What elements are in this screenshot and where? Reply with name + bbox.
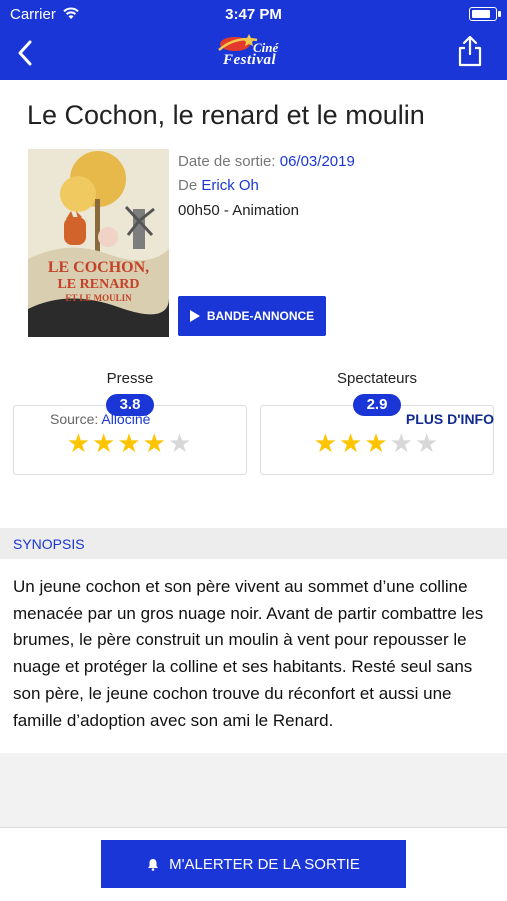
movie-details-card: Le Cochon, le renard et le moulin LE COC… xyxy=(0,80,507,528)
star-empty-icon: ★ xyxy=(389,428,415,458)
director-row: De Erick Oh xyxy=(178,177,259,194)
trailer-button-label: BANDE-ANNONCE xyxy=(206,309,315,323)
press-stars: ★★★★★ xyxy=(14,428,246,459)
poster-title-line2: LE RENARD xyxy=(57,277,140,292)
audience-score-badge: 2.9 xyxy=(353,394,401,416)
navigation-bar: Carrier 3:47 PM Ciné Festival xyxy=(0,0,507,80)
release-date-label: Date de sortie: xyxy=(178,153,276,170)
star-filled-icon: ★ xyxy=(92,428,118,458)
star-filled-icon: ★ xyxy=(339,428,365,458)
play-icon xyxy=(189,310,200,322)
poster-title-line3: ET LE MOULIN xyxy=(65,293,132,303)
footer-bar: M'ALERTER DE LA SORTIE xyxy=(0,827,507,901)
trailer-button[interactable]: BANDE-ANNONCE xyxy=(178,296,326,336)
release-alert-label: M'ALERTER DE LA SORTIE xyxy=(169,855,360,873)
audience-stars: ★★★★★ xyxy=(261,428,493,459)
source-label: Source: xyxy=(50,411,99,427)
synopsis-header: SYNOPSIS xyxy=(0,528,507,559)
battery-icon xyxy=(469,7,501,21)
duration-genre: 00h50 - Animation xyxy=(178,202,299,219)
back-button[interactable] xyxy=(12,36,42,70)
poster-title-line1: LE COCHON, xyxy=(47,259,150,276)
source-link[interactable]: Allociné xyxy=(101,411,150,427)
star-filled-icon: ★ xyxy=(313,428,340,458)
synopsis-section: Un jeune cochon et son père vivent au so… xyxy=(0,559,507,753)
star-empty-icon: ★ xyxy=(167,428,194,458)
star-filled-icon: ★ xyxy=(117,428,143,458)
release-date-value: 06/03/2019 xyxy=(279,153,355,170)
release-alert-button[interactable]: M'ALERTER DE LA SORTIE xyxy=(101,840,406,888)
synopsis-text: Un jeune cochon et son père vivent au so… xyxy=(13,577,484,730)
release-date-row: Date de sortie: 06/03/2019 xyxy=(178,153,355,170)
share-button[interactable] xyxy=(457,34,483,68)
bell-icon xyxy=(148,858,159,871)
status-bar: Carrier 3:47 PM xyxy=(0,0,507,28)
rating-source: Source: Allociné xyxy=(50,411,150,427)
status-time: 3:47 PM xyxy=(225,6,282,23)
star-filled-icon: ★ xyxy=(66,428,93,458)
more-info-button[interactable]: PLUS D'INFO xyxy=(406,411,494,427)
audience-rating-label: Spectateurs xyxy=(336,370,418,387)
star-filled-icon: ★ xyxy=(364,428,390,458)
movie-title: Le Cochon, le renard et le moulin xyxy=(27,100,425,130)
movie-poster[interactable]: LE COCHON, LE RENARD ET LE MOULIN xyxy=(28,149,169,337)
logo-text-bottom: Festival xyxy=(223,52,277,68)
director-label: De xyxy=(178,177,198,194)
director-link[interactable]: Erick Oh xyxy=(201,177,259,194)
cine-festival-logo: Ciné Festival xyxy=(215,30,295,74)
star-empty-icon: ★ xyxy=(414,428,441,458)
press-rating-label: Presse xyxy=(106,370,154,387)
star-filled-icon: ★ xyxy=(142,428,168,458)
synopsis-heading: SYNOPSIS xyxy=(13,536,85,552)
